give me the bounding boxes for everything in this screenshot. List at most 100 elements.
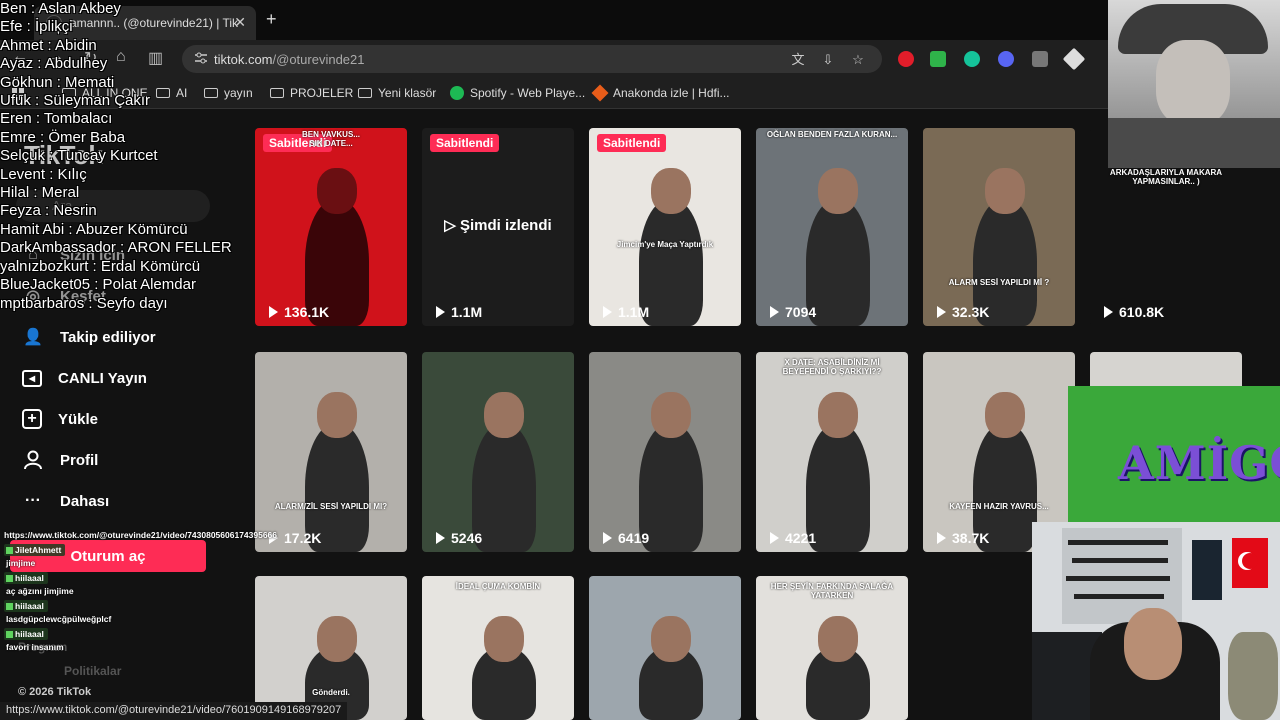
nav-label: Yükle (58, 410, 99, 428)
bookmark-yeni-klasor[interactable]: Yeni klasör (358, 86, 436, 100)
translate-icon[interactable]: 文 (790, 52, 806, 68)
address-bar[interactable]: tiktok.com/@oturevinde21 (182, 45, 882, 73)
bookmark-star-icon[interactable]: ☆ (850, 52, 866, 68)
nav-profile[interactable]: Profil (22, 445, 98, 475)
play-icon (603, 532, 612, 544)
bookmark-projeler[interactable]: PROJELER (270, 86, 353, 100)
video-card[interactable]: ALARM SESİ YAPILDI Mİ ? 32.3K (923, 128, 1075, 326)
video-card[interactable]: HER ŞEYİN FARKINDA SALAĞA YATARKEN (756, 576, 908, 720)
view-count: 6419 (603, 530, 649, 546)
cast-name-line: Ayaz : Abdulhey (0, 55, 108, 73)
streamer-face (1124, 608, 1182, 680)
cast-name-line: Levent : Kılıç (0, 165, 87, 183)
video-card[interactable]: Sabitlendi BEN VAVKUS... SIK DATE... 136.1… (255, 128, 407, 326)
folder-icon (358, 88, 372, 98)
bookmark-spotify[interactable]: Spotify - Web Playe... (450, 86, 585, 100)
video-card[interactable]: Sabitlendi Jimcim'ye Maça Yaptırdık 1.1M (589, 128, 741, 326)
nav-live[interactable]: ◀ CANLI Yayın (22, 363, 147, 393)
nav-label: Profil (60, 451, 99, 469)
view-count: 136.1K (269, 304, 329, 320)
install-app-icon[interactable]: ⇩ (820, 52, 836, 68)
cast-name-line: yalnızbozkurt : Erdal Kömürcü (0, 257, 201, 275)
person-head (651, 392, 691, 438)
view-count: 4221 (770, 530, 816, 546)
cast-name-line: BlueJacket05 : Polat Alemdar (0, 276, 196, 294)
play-icon (937, 532, 946, 544)
play-icon (269, 306, 278, 318)
soldier-figure (1228, 632, 1278, 720)
url-path: /@oturevinde21 (272, 51, 365, 67)
video-card[interactable]: OĞLAN BENDEN FAZLA KURAN... 7094 (756, 128, 908, 326)
play-icon (436, 306, 445, 318)
spotify-icon (450, 86, 464, 100)
close-tab-icon[interactable]: ✕ (234, 14, 246, 31)
video-card[interactable] (589, 576, 741, 720)
video-card[interactable]: 5246 (422, 352, 574, 552)
person-head (985, 168, 1025, 214)
play-icon (770, 532, 779, 544)
extension-shield-icon[interactable] (930, 51, 946, 67)
streamer-webcam (1032, 522, 1280, 720)
video-caption: ALARM SESİ YAPILDI Mİ ? (948, 278, 1050, 287)
cast-name-line: Hamit Abi : Abuzer Kömürcü (0, 220, 188, 238)
person-head (317, 168, 357, 214)
video-card[interactable]: X DATE: ASABİLDİNİZ Mİ BEYEFENDİ O ŞARKI… (756, 352, 908, 552)
play-icon (603, 306, 612, 318)
chat-username: hiilaaal (4, 572, 48, 584)
pinned-badge: Sabitlendi (597, 134, 667, 152)
more-icon: ··· (25, 492, 41, 509)
portrait-uniform (1108, 118, 1280, 168)
cast-name-line: Selçuk : Tuncay Kurtcet (0, 147, 158, 165)
video-caption: ARKADAŞLARIYLA MAKARA YAPMASINLAR.. ) (1109, 168, 1223, 186)
video-card[interactable]: İDEAL ÇUMA KOMBİN (422, 576, 574, 720)
view-count: 1.1M (603, 304, 649, 320)
video-caption: KAYFEN HAZIR YAVRUS... (949, 502, 1049, 511)
chat-username: JiletAhmett (4, 544, 66, 556)
cast-name-line: Efe : İpliķçi (0, 18, 73, 36)
person-head (484, 616, 524, 662)
bookmark-anakonda[interactable]: Anakonda izle | Hdfi... (591, 84, 730, 102)
chat-message: lasdgüpclewcğpülweğplcf (6, 614, 112, 624)
chat-badge-icon (6, 546, 13, 554)
view-count: 7094 (770, 304, 816, 320)
cast-name-list: Ben : Aslan Akbey Efe : İpliķçi Ahmet : Ab… (0, 0, 232, 313)
video-card[interactable]: Sabitlendi ▷ Şimdi izlendi 1.1M (422, 128, 574, 326)
play-icon (770, 306, 779, 318)
nav-more[interactable]: ··· Dahası (22, 486, 109, 516)
extension-shield-gray-icon[interactable] (1032, 51, 1048, 67)
video-caption: HER ŞEYİN FARKINDA SALAĞA YATARKEN (770, 582, 894, 600)
following-icon: 👤 (23, 329, 43, 346)
video-caption: İDEAL ÇUMA KOMBİN (455, 582, 541, 591)
chat-messages: JiletAhmett jimjime hiilaaal aç ağzını jimj… (4, 540, 304, 652)
chat-username: hiilaaal (4, 628, 48, 640)
person-head (651, 616, 691, 662)
footer-policies[interactable]: Politikalar (64, 664, 121, 678)
person-head (818, 168, 858, 214)
view-count: 32.3K (937, 304, 989, 320)
extension-red-icon[interactable] (898, 51, 914, 67)
play-icon (436, 532, 445, 544)
cast-name-line: Eren : Tombalacı (0, 110, 113, 128)
view-count: 610.8K (1104, 304, 1164, 320)
new-tab-button[interactable]: + (266, 9, 277, 30)
chat-message: jimjime (6, 558, 36, 568)
video-card[interactable]: ALARM/ZİL SESİ YAPILDI MI? 17.2K (255, 352, 407, 552)
person-head (651, 168, 691, 214)
video-caption: OĞLAN BENDEN FAZLA KURAN... (766, 130, 898, 139)
watched-label: ▷ Şimdi izlendi (444, 217, 552, 234)
discord-extension-icon[interactable] (998, 51, 1014, 67)
person-head (818, 392, 858, 438)
video-caption: ALARM/ZİL SESİ YAPILDI MI? (274, 502, 388, 511)
play-icon (937, 306, 946, 318)
cast-name-line: Ben : Aslan Akbey (0, 0, 121, 17)
nav-following[interactable]: 👤 Takip ediliyor (22, 322, 156, 352)
grammarly-icon[interactable] (964, 51, 980, 67)
nav-upload[interactable]: + Yükle (22, 404, 98, 434)
video-card[interactable]: 6419 (589, 352, 741, 552)
amigo-text: AMİGO (1118, 436, 1280, 490)
person-head (317, 392, 357, 438)
status-bar-url: https://www.tiktok.com/@oturevinde21/vid… (0, 702, 348, 720)
portrait-image (1108, 0, 1280, 168)
folder-icon (270, 88, 284, 98)
chat-message: aç ağzını jimjime (6, 586, 74, 596)
